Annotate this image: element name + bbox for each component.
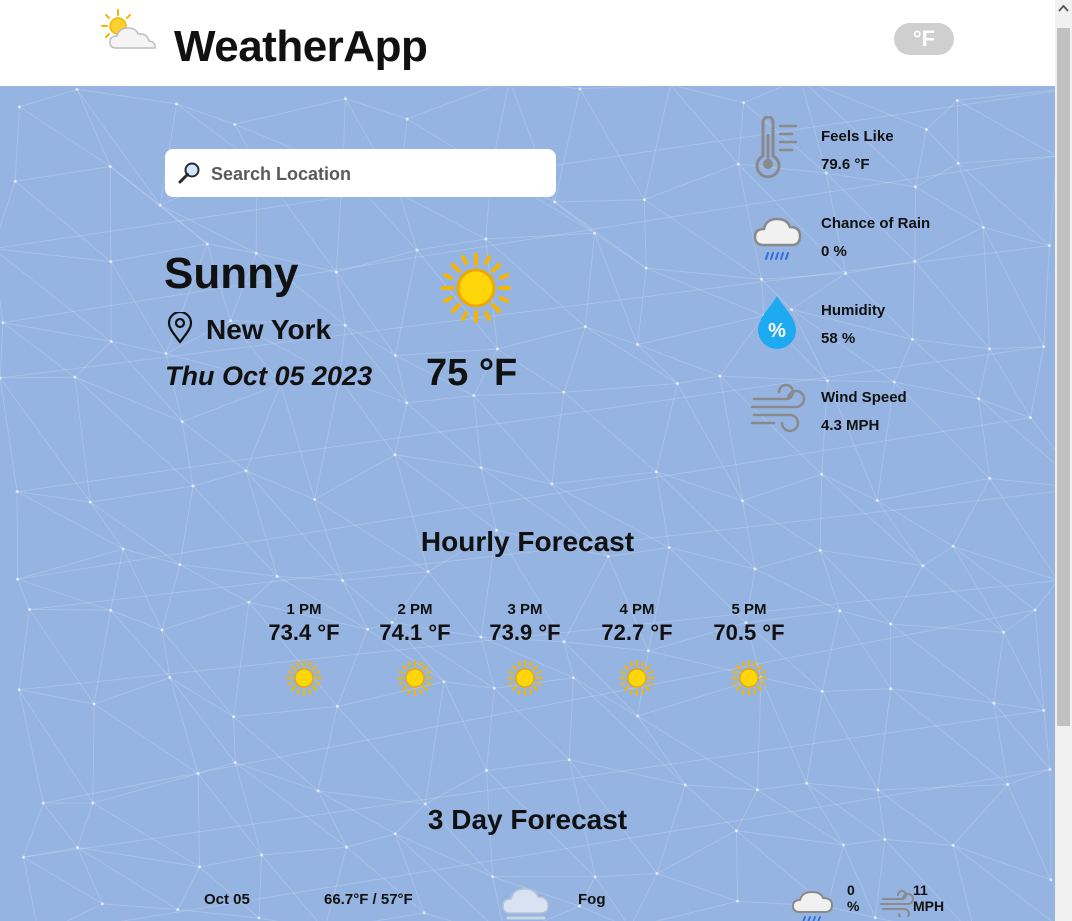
sun-icon xyxy=(619,660,655,696)
stat-value: 4.3 MPH xyxy=(821,417,880,434)
day-rain-unit: % xyxy=(847,898,860,914)
hour-temp: 74.1 °F xyxy=(379,620,451,645)
stat-label: Wind Speed xyxy=(821,389,907,406)
magnifier-icon xyxy=(178,162,200,184)
stat-label: Humidity xyxy=(821,302,886,319)
hour-time: 5 PM xyxy=(731,601,767,618)
sun-icon xyxy=(507,660,543,696)
current-date: Thu Oct 05 2023 xyxy=(165,361,373,391)
current-condition: Sunny xyxy=(164,249,299,298)
wind-icon xyxy=(750,383,806,433)
stat-label: Feels Like xyxy=(821,128,894,145)
three-day-forecast-title: 3 Day Forecast xyxy=(427,804,628,835)
daily-forecast-row: Oct 05 66.7°F / 57°F Fog 0 % 11 MPH xyxy=(0,881,1055,921)
humidity-drop-icon: % xyxy=(758,296,796,349)
hour-time: 4 PM xyxy=(619,601,655,618)
svg-text:%: % xyxy=(768,320,786,342)
fog-cloud-icon xyxy=(502,888,549,920)
scrollbar-thumb[interactable] xyxy=(1057,28,1070,726)
stat-chance-of-rain: Chance of Rain 0 % xyxy=(750,203,990,273)
day-condition: Fog xyxy=(578,891,606,908)
hourly-item: 1 PM 73.4 °F xyxy=(249,601,359,696)
sun-icon xyxy=(441,253,511,323)
scroll-up-arrow-icon[interactable] xyxy=(1055,0,1072,17)
day-temps: 66.7°F / 57°F xyxy=(324,891,413,908)
location-pin-icon xyxy=(167,312,193,344)
stat-value: 79.6 °F xyxy=(821,156,870,173)
location-name: New York xyxy=(206,314,332,345)
day-rain-value: 0 xyxy=(847,882,855,898)
hour-temp: 73.9 °F xyxy=(489,620,561,645)
app-header: WeatherApp °F xyxy=(0,0,1055,87)
stat-value: 0 % xyxy=(821,243,847,260)
search-box[interactable] xyxy=(165,149,556,197)
stat-humidity: % Humidity 58 % xyxy=(750,290,990,360)
sun-icon xyxy=(397,660,433,696)
search-input[interactable] xyxy=(209,159,543,189)
app-title: WeatherApp xyxy=(174,22,428,71)
day-wind-speed: 11 MPH xyxy=(913,882,944,914)
day-wind-unit: MPH xyxy=(913,898,945,914)
partly-cloudy-icon xyxy=(101,9,156,49)
weather-main: Sunny New York Thu Oct 05 2023 75 °F xyxy=(0,86,1055,921)
wind-icon xyxy=(880,890,914,917)
unit-toggle-button[interactable]: °F xyxy=(894,23,954,55)
hourly-item: 3 PM 73.9 °F xyxy=(470,601,580,696)
hour-time: 1 PM xyxy=(286,601,322,618)
current-temperature: 75 °F xyxy=(426,352,518,394)
sun-icon xyxy=(731,660,767,696)
hour-time: 2 PM xyxy=(397,601,433,618)
rain-cloud-icon xyxy=(753,217,802,260)
stat-label: Chance of Rain xyxy=(821,215,931,232)
hour-temp: 72.7 °F xyxy=(601,620,673,645)
stat-feels-like: Feels Like 79.6 °F xyxy=(750,116,990,186)
hour-temp: 70.5 °F xyxy=(713,620,785,645)
hour-temp: 73.4 °F xyxy=(268,620,340,645)
stat-value: 58 % xyxy=(821,330,856,347)
sun-icon xyxy=(286,660,322,696)
stat-wind-speed: Wind Speed 4.3 MPH xyxy=(750,377,990,447)
rain-cloud-icon xyxy=(791,890,834,921)
day-wind-value: 11 xyxy=(913,882,928,898)
hourly-item: 5 PM 70.5 °F xyxy=(694,601,804,696)
hourly-item: 4 PM 72.7 °F xyxy=(582,601,692,696)
thermometer-icon xyxy=(755,116,798,179)
vertical-scrollbar[interactable] xyxy=(1055,0,1072,921)
day-rain-chance: 0 % xyxy=(847,882,859,914)
hourly-forecast-title: Hourly Forecast xyxy=(420,526,635,557)
hour-time: 3 PM xyxy=(507,601,543,618)
hourly-item: 2 PM 74.1 °F xyxy=(360,601,470,696)
day-date: Oct 05 xyxy=(204,891,250,908)
